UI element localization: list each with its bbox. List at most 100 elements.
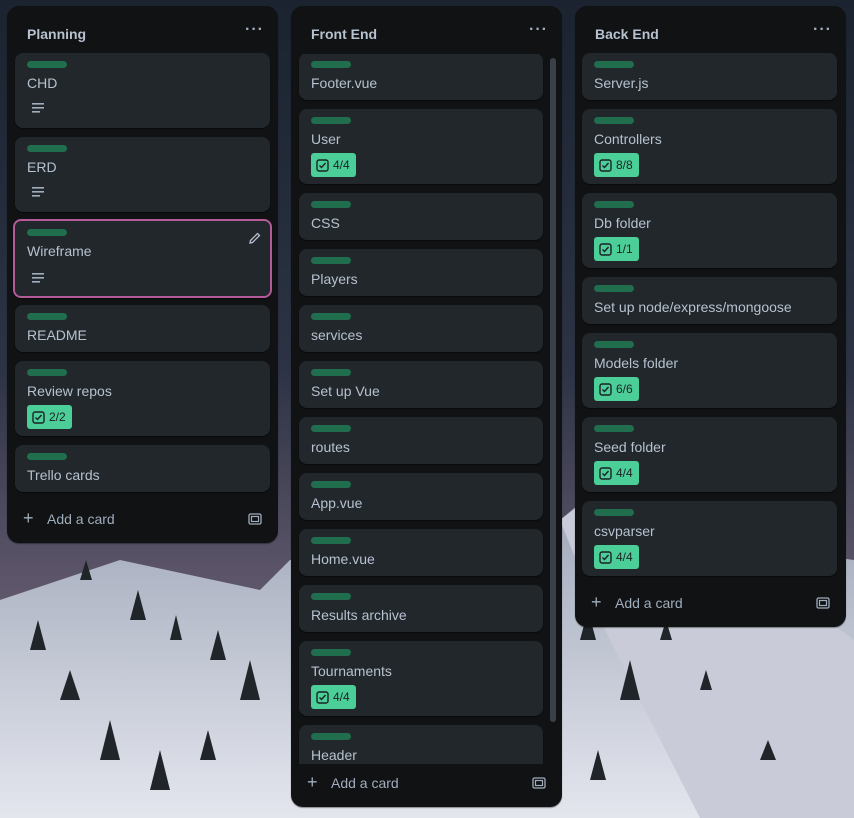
card-label[interactable] [311, 733, 351, 740]
card-title: Models folder [594, 355, 679, 371]
add-card-button[interactable]: + Add a card [575, 587, 846, 619]
card[interactable]: ERD [15, 137, 270, 212]
checklist-badge: 4/4 [311, 685, 356, 709]
card-label[interactable] [311, 537, 351, 544]
list-menu-button[interactable]: ··· [813, 21, 832, 39]
card-title: Server.js [594, 75, 649, 91]
card-label[interactable] [594, 201, 634, 208]
card-title: Set up node/express/mongoose [594, 299, 792, 315]
card-title: Header [311, 747, 357, 763]
card-label[interactable] [27, 369, 67, 376]
checklist-count: 8/8 [616, 158, 633, 172]
checkbox-icon [599, 158, 612, 172]
card-label[interactable] [594, 341, 634, 348]
card-title: CHD [27, 75, 58, 91]
card-label[interactable] [311, 117, 351, 124]
checklist-count: 2/2 [49, 410, 66, 424]
card-label[interactable] [311, 425, 351, 432]
card[interactable]: Controllers 8/8 [582, 109, 837, 184]
card[interactable]: Home.vue [299, 529, 543, 576]
card[interactable]: Seed folder 4/4 [582, 417, 837, 492]
card-label[interactable] [311, 201, 351, 208]
checkbox-icon [316, 690, 329, 704]
card[interactable]: Review repos 2/2 [15, 361, 270, 436]
card-title: Seed folder [594, 439, 666, 455]
list-scrollbar[interactable] [550, 58, 556, 722]
card-label[interactable] [594, 285, 634, 292]
list-title[interactable]: Front End [311, 26, 377, 42]
card[interactable]: routes [299, 417, 543, 464]
card-label[interactable] [594, 61, 634, 68]
add-card-label: Add a card [47, 511, 115, 527]
checklist-count: 1/1 [616, 242, 633, 256]
card[interactable]: Trello cards [15, 445, 270, 492]
card-template-icon[interactable] [248, 512, 262, 526]
plus-icon: + [591, 592, 602, 612]
checklist-badge: 4/4 [594, 545, 639, 569]
list-back-end: Back End ··· Server.js Controllers 8/8 D… [575, 6, 846, 627]
card[interactable]: Server.js [582, 53, 837, 100]
card-template-icon[interactable] [816, 596, 830, 610]
add-card-label: Add a card [615, 595, 683, 611]
card[interactable]: CSS [299, 193, 543, 240]
card[interactable]: Players [299, 249, 543, 296]
list-cards-scroll-area[interactable]: Footer.vue User 4/4 CSS Players services… [291, 54, 563, 764]
card-label[interactable] [594, 509, 634, 516]
card[interactable]: Header [299, 725, 543, 764]
card[interactable]: Tournaments 4/4 [299, 641, 543, 716]
card-title: services [311, 327, 363, 343]
card[interactable]: Footer.vue [299, 54, 543, 100]
card[interactable]: App.vue [299, 473, 543, 520]
description-icon [32, 273, 44, 283]
card-selected[interactable]: Wireframe [13, 219, 272, 298]
card[interactable]: Db folder 1/1 [582, 193, 837, 268]
card[interactable]: Models folder 6/6 [582, 333, 837, 408]
card-label[interactable] [311, 649, 351, 656]
checklist-count: 4/4 [616, 550, 633, 564]
card-title: CSS [311, 215, 340, 231]
card-label[interactable] [311, 481, 351, 488]
card[interactable]: README [15, 305, 270, 352]
card-label[interactable] [594, 425, 634, 432]
card[interactable]: Results archive [299, 585, 543, 632]
checkbox-icon [599, 466, 612, 480]
checklist-count: 4/4 [616, 466, 633, 480]
scrollbar-thumb[interactable] [550, 58, 556, 722]
list-menu-button[interactable]: ··· [245, 21, 264, 39]
card-title: Footer.vue [311, 75, 378, 91]
card-label[interactable] [311, 257, 351, 264]
card[interactable]: Set up node/express/mongoose [582, 277, 837, 324]
description-icon [32, 187, 44, 197]
card-title: Home.vue [311, 551, 375, 567]
card[interactable]: Set up Vue [299, 361, 543, 408]
card-title: Db folder [594, 215, 651, 231]
card[interactable]: User 4/4 [299, 109, 543, 184]
card-label[interactable] [311, 313, 351, 320]
checklist-count: 6/6 [616, 382, 633, 396]
card[interactable]: CHD [15, 53, 270, 128]
card-label[interactable] [27, 453, 67, 460]
card-title: ERD [27, 159, 57, 175]
list-menu-button[interactable]: ··· [529, 21, 548, 39]
card-label[interactable] [311, 593, 351, 600]
card[interactable]: csvparser 4/4 [582, 501, 837, 576]
list-header: Front End ··· [291, 6, 562, 54]
checkbox-icon [599, 382, 612, 396]
card-title: Wireframe [27, 243, 92, 259]
card-label[interactable] [311, 369, 351, 376]
card-label[interactable] [594, 117, 634, 124]
list-title[interactable]: Back End [595, 26, 659, 42]
card-label[interactable] [27, 229, 67, 236]
add-card-button[interactable]: + Add a card [7, 503, 278, 535]
card[interactable]: services [299, 305, 543, 352]
card-label[interactable] [27, 145, 67, 152]
list-title[interactable]: Planning [27, 26, 86, 42]
card-label[interactable] [27, 61, 67, 68]
checklist-badge: 2/2 [27, 405, 72, 429]
add-card-button[interactable]: + Add a card [291, 767, 562, 799]
card-label[interactable] [27, 313, 67, 320]
checkbox-icon [599, 242, 612, 256]
card-label[interactable] [311, 61, 351, 68]
card-template-icon[interactable] [532, 776, 546, 790]
edit-pencil-icon[interactable] [248, 231, 262, 245]
